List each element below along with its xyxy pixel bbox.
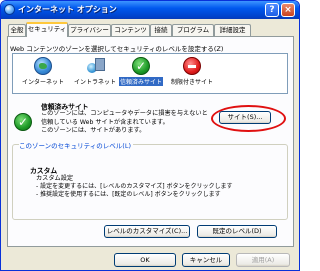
custom-level-button[interactable]: レベルのカスタマイズ(C)... <box>104 225 190 238</box>
tab-connections[interactable]: 接続 <box>150 24 172 36</box>
zone-description-line: このゾーンには、コンピュータやデータに損害を与えないと <box>41 110 208 117</box>
zone-label: インターネット <box>22 79 65 86</box>
zone-list[interactable]: インターネット イントラネット ✓ 信頼済みサイト 制限付きサイト <box>12 53 288 94</box>
title-bar[interactable]: インターネット オプション ? × <box>1 1 299 19</box>
stop-icon <box>183 57 201 75</box>
security-level-legend: このゾーンのセキュリティのレベル(L) <box>19 140 133 150</box>
zone-label: イントラネット <box>74 79 117 86</box>
zone-description-line: 信頼している Web サイトが含まれています。 <box>41 118 169 126</box>
zone-label: 信頼済みサイト <box>119 77 164 86</box>
zone-label: 制限付きサイト <box>171 79 214 86</box>
tab-content[interactable]: コンテンツ <box>111 24 150 36</box>
internet-options-icon <box>4 4 15 15</box>
intranet-icon <box>86 57 105 75</box>
internet-options-dialog: インターネット オプション ? × 全般 セキュリティ プライバシー コンテンツ… <box>0 0 300 271</box>
security-level-line: - 推奨設定を使用するには、[既定のレベル] ボタンをクリックします <box>36 191 221 198</box>
zone-select-description: Web コンテンツのゾーンを選択してセキュリティのレベルを設定する(Z) <box>10 45 224 53</box>
window-title: インターネット オプション <box>18 5 117 14</box>
ok-button[interactable]: OK <box>114 253 176 267</box>
tab-security[interactable]: セキュリティ <box>26 22 68 37</box>
zone-trusted-sites[interactable]: ✓ 信頼済みサイト <box>119 57 164 86</box>
tab-advanced[interactable]: 詳細設定 <box>214 24 251 36</box>
zone-description-line: このゾーンには、サイトがあります。 <box>41 127 146 134</box>
globe-icon <box>34 57 52 75</box>
default-level-button[interactable]: 既定のレベル(D) <box>197 225 277 238</box>
zone-description: このゾーンには、コンピュータやデータに損害を与えないと 信頼している Web サ… <box>41 110 208 136</box>
help-button[interactable]: ? <box>265 3 279 17</box>
cancel-button[interactable]: キャンセル <box>182 253 230 267</box>
trusted-sites-check-icon: ✓ <box>14 113 32 131</box>
close-button[interactable]: × <box>281 3 295 17</box>
tab-privacy[interactable]: プライバシー <box>68 24 111 36</box>
zone-intranet[interactable]: イントラネット <box>73 57 117 86</box>
zone-internet[interactable]: インターネット <box>21 57 65 86</box>
highlight-ring <box>211 105 286 132</box>
tab-programs[interactable]: プログラム <box>172 24 214 36</box>
tab-general[interactable]: 全般 <box>8 24 26 36</box>
zone-restricted-sites[interactable]: 制限付きサイト <box>170 57 214 86</box>
check-icon: ✓ <box>132 57 150 75</box>
apply-button[interactable]: 適用(A) <box>236 253 290 267</box>
